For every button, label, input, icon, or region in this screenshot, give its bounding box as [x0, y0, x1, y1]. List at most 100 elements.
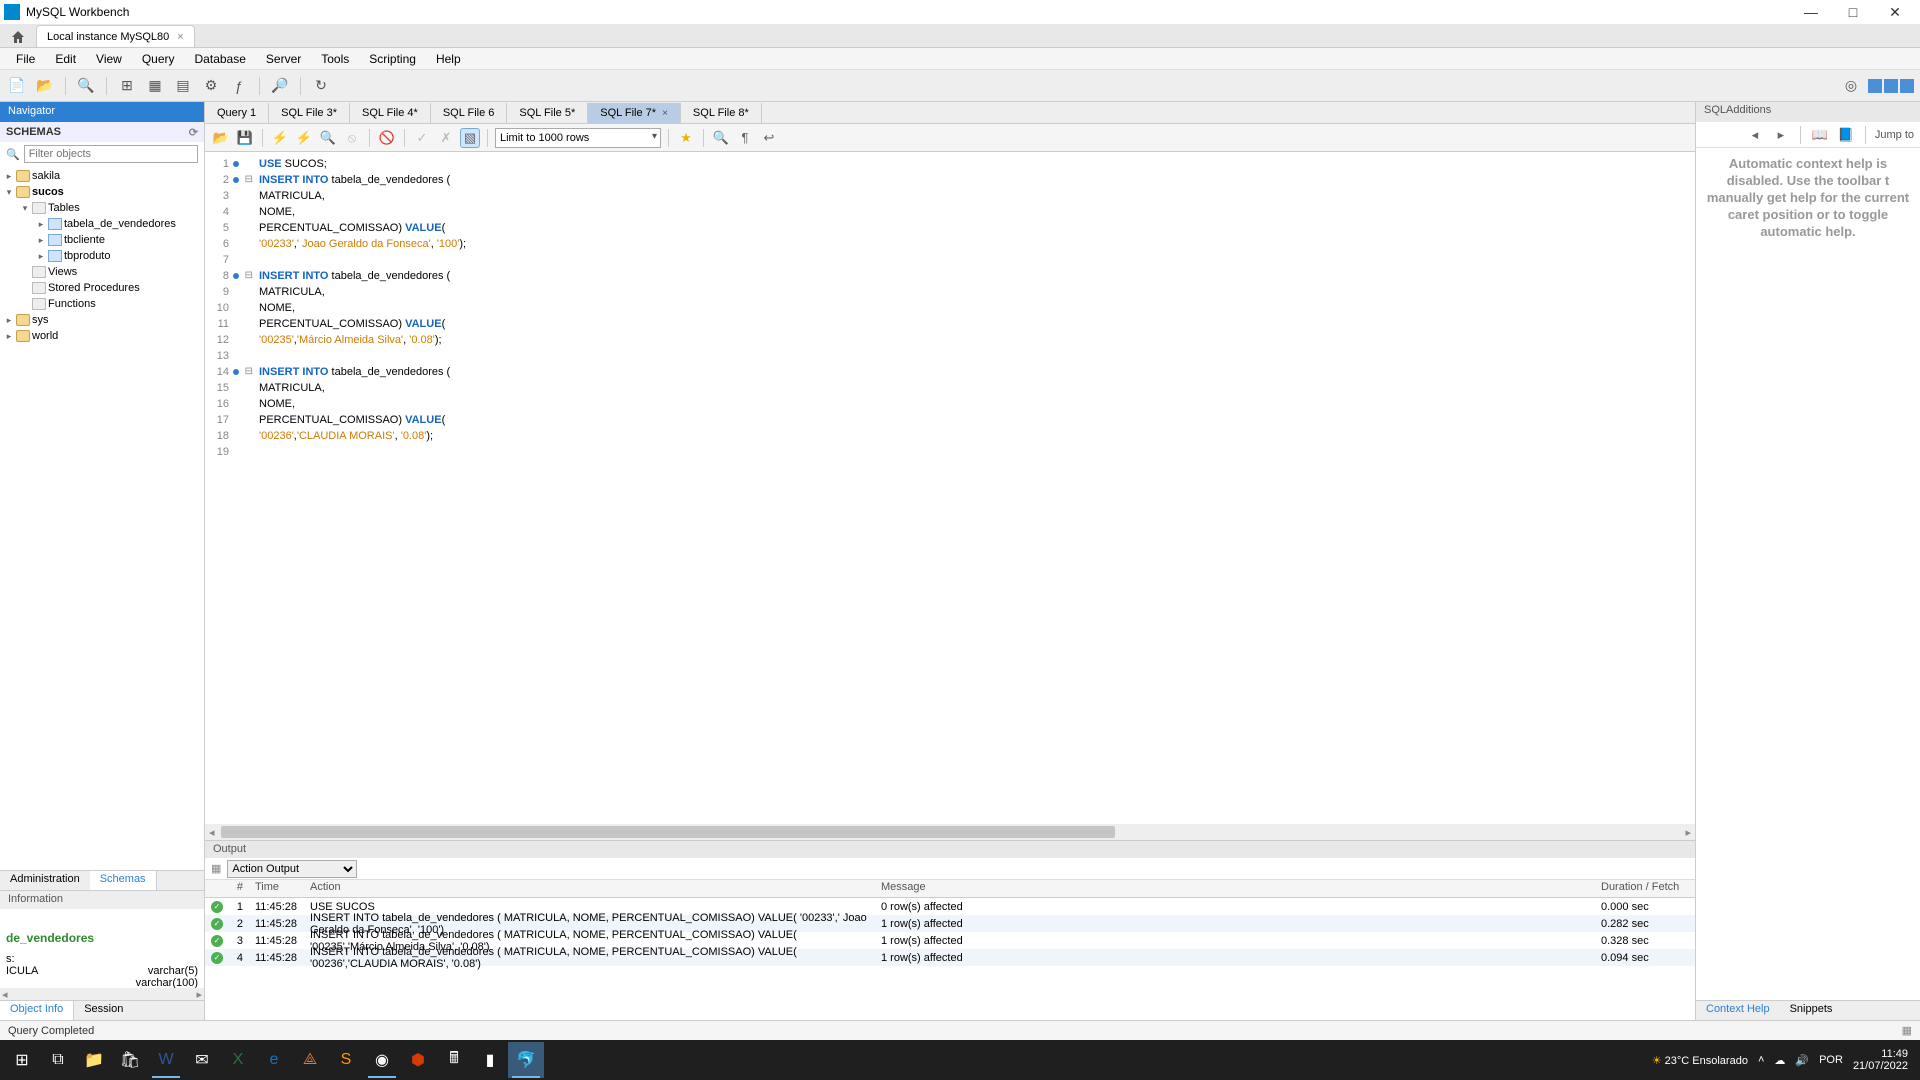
search-icon[interactable]: 🔎 [269, 75, 291, 97]
autocommit-icon[interactable]: ▧ [460, 128, 480, 148]
wrap-icon[interactable]: ↩ [759, 128, 779, 148]
tree-node-world[interactable]: ▸world [0, 328, 204, 344]
grid-icon[interactable]: ▦ [1902, 1024, 1912, 1037]
menu-file[interactable]: File [8, 50, 43, 68]
beautify-icon[interactable]: ★ [676, 128, 696, 148]
invisible-icon[interactable]: ¶ [735, 128, 755, 148]
tab-schemas[interactable]: Schemas [90, 871, 157, 890]
explorer-icon[interactable]: 📁 [76, 1042, 112, 1078]
file-tab[interactable]: SQL File 8* [681, 103, 762, 123]
tree-node-fn[interactable]: Functions [0, 296, 204, 312]
tab-snippets[interactable]: Snippets [1780, 1001, 1843, 1020]
refresh-schemas-icon[interactable]: ⟳ [189, 126, 198, 139]
new-table-icon[interactable]: ▦ [144, 75, 166, 97]
new-sp-icon[interactable]: ⚙ [200, 75, 222, 97]
tree-node-table[interactable]: ▸tbcliente [0, 232, 204, 248]
execute-icon[interactable]: ⚡ [270, 128, 290, 148]
execute-current-icon[interactable]: ⚡ [294, 128, 314, 148]
menu-view[interactable]: View [88, 50, 130, 68]
tray-clock[interactable]: 11:49 21/07/2022 [1853, 1048, 1908, 1072]
excel-icon[interactable]: X [220, 1042, 256, 1078]
new-fn-icon[interactable]: ƒ [228, 75, 250, 97]
output-grid[interactable]: # Time Action Message Duration / Fetch ✓… [205, 880, 1695, 1020]
menu-server[interactable]: Server [258, 50, 309, 68]
output-type-select[interactable]: Action Output [227, 860, 357, 878]
menu-query[interactable]: Query [134, 50, 183, 68]
terminal-icon[interactable]: ▮ [472, 1042, 508, 1078]
menu-scripting[interactable]: Scripting [361, 50, 424, 68]
weather-widget[interactable]: ☀ 23°C Ensolarado [1652, 1054, 1748, 1067]
tray-cloud-icon[interactable]: ☁ [1774, 1054, 1785, 1067]
no-commit-icon[interactable]: 🚫 [377, 128, 397, 148]
connection-tab[interactable]: Local instance MySQL80 × [36, 25, 195, 47]
home-icon[interactable] [10, 27, 30, 47]
stop-icon[interactable]: ⦸ [342, 128, 362, 148]
tree-node-table[interactable]: ▸tabela_de_vendedores [0, 216, 204, 232]
save-file-icon[interactable]: 💾 [235, 128, 255, 148]
tree-node-sys[interactable]: ▸sys [0, 312, 204, 328]
file-tab[interactable]: SQL File 5* [507, 103, 588, 123]
tree-node-sp[interactable]: Stored Procedures [0, 280, 204, 296]
close-icon[interactable]: × [662, 108, 668, 119]
sublime-icon[interactable]: S [328, 1042, 364, 1078]
minimize-button[interactable]: — [1798, 2, 1824, 22]
menu-help[interactable]: Help [428, 50, 469, 68]
open-sql-icon[interactable]: 📂 [34, 75, 56, 97]
file-tab[interactable]: SQL File 3* [269, 103, 350, 123]
nav-back-icon[interactable]: ◂ [1745, 125, 1765, 145]
tree-node-sucos[interactable]: ▾sucos [0, 184, 204, 200]
schema-tree[interactable]: ▸sakila ▾sucos ▾Tables ▸tabela_de_vended… [0, 166, 204, 870]
tab-administration[interactable]: Administration [0, 871, 90, 890]
tree-node-sakila[interactable]: ▸sakila [0, 168, 204, 184]
close-button[interactable]: ✕ [1882, 2, 1908, 22]
new-sql-tab-icon[interactable]: 📄 [6, 75, 28, 97]
menu-edit[interactable]: Edit [47, 50, 84, 68]
find-icon[interactable]: 🔍 [711, 128, 731, 148]
help-icon[interactable]: 📖 [1810, 125, 1830, 145]
new-schema-icon[interactable]: ⊞ [116, 75, 138, 97]
panel-toggle[interactable] [1868, 79, 1914, 93]
sql-editor[interactable]: 12⊟345678⊟91011121314⊟1516171819 USE SUC… [205, 152, 1695, 824]
info-scrollbar[interactable]: ◂▸ [0, 988, 204, 1000]
reconnect-icon[interactable]: ↻ [310, 75, 332, 97]
tab-session[interactable]: Session [74, 1001, 133, 1020]
file-tab[interactable]: Query 1 [205, 103, 269, 123]
filter-objects-input[interactable] [24, 145, 198, 163]
tab-context-help[interactable]: Context Help [1696, 1001, 1780, 1020]
close-icon[interactable]: × [177, 31, 183, 43]
tree-node-views[interactable]: Views [0, 264, 204, 280]
start-button[interactable]: ⊞ [4, 1042, 40, 1078]
task-view-icon[interactable]: ⧉ [40, 1042, 76, 1078]
menu-tools[interactable]: Tools [313, 50, 357, 68]
editor-hscroll[interactable]: ◂ ▸ [205, 824, 1695, 840]
tray-chevron-icon[interactable]: ˄ [1758, 1054, 1764, 1066]
office-icon[interactable]: ⬢ [400, 1042, 436, 1078]
new-view-icon[interactable]: ▤ [172, 75, 194, 97]
file-tab[interactable]: SQL File 4* [350, 103, 431, 123]
workbench-icon[interactable]: 🐬 [508, 1042, 544, 1078]
tree-node-tables[interactable]: ▾Tables [0, 200, 204, 216]
open-file-icon[interactable]: 📂 [211, 128, 231, 148]
tray-lang[interactable]: POR [1819, 1054, 1843, 1066]
explain-icon[interactable]: 🔍 [318, 128, 338, 148]
tree-node-table[interactable]: ▸tbproduto [0, 248, 204, 264]
mail-icon[interactable]: ✉ [184, 1042, 220, 1078]
tray-volume-icon[interactable]: 🔊 [1795, 1054, 1809, 1067]
store-icon[interactable]: 🛍 [112, 1042, 148, 1078]
commit-icon[interactable]: ✓ [412, 128, 432, 148]
word-icon[interactable]: W [148, 1042, 184, 1078]
chrome-icon[interactable]: ◉ [364, 1042, 400, 1078]
file-tab[interactable]: SQL File 6 [431, 103, 508, 123]
file-tab[interactable]: SQL File 7*× [588, 103, 681, 123]
auto-help-icon[interactable]: 📘 [1836, 125, 1856, 145]
limit-select[interactable] [495, 128, 661, 148]
maximize-button[interactable]: □ [1840, 2, 1866, 22]
edge-icon[interactable]: e [256, 1042, 292, 1078]
tab-object-info[interactable]: Object Info [0, 1001, 74, 1020]
inspector-icon[interactable]: 🔍 [75, 75, 97, 97]
menu-database[interactable]: Database [187, 50, 254, 68]
output-row[interactable]: ✓411:45:28INSERT INTO tabela_de_vendedor… [205, 949, 1695, 966]
options-icon[interactable]: ◎ [1840, 75, 1862, 97]
vscode-icon[interactable]: ⟁ [292, 1042, 328, 1078]
rollback-icon[interactable]: ✗ [436, 128, 456, 148]
